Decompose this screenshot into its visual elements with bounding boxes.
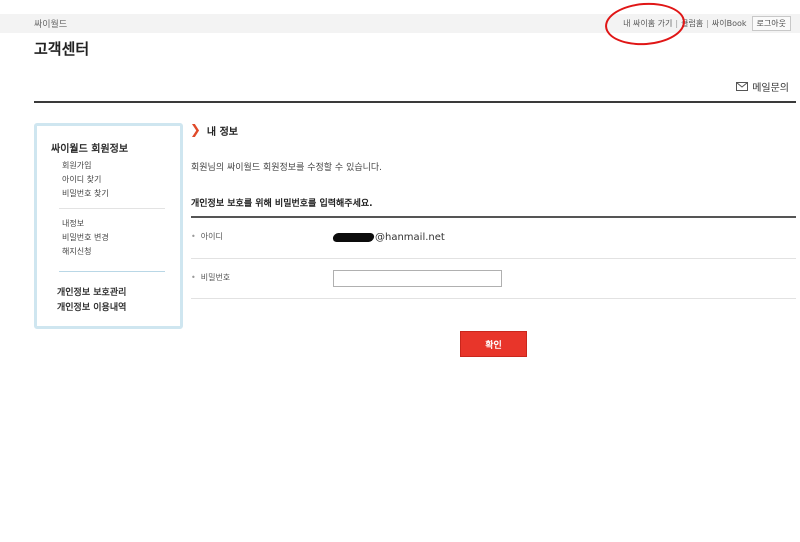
section-title: ❯ 내 정보	[190, 123, 238, 138]
sidebar-item-my-info[interactable]: 내정보	[62, 218, 84, 229]
sidebar-item-privacy-management[interactable]: 개인정보 보호관리	[57, 285, 126, 298]
confirm-button[interactable]: 확인	[460, 331, 527, 357]
password-label: • 비밀번호	[191, 272, 230, 283]
password-label-text: 비밀번호	[200, 273, 231, 282]
top-nav: 내 싸이홈 가기 | 클럽홈 | 싸이Book 로그아웃	[623, 16, 791, 31]
id-label: • 아이디	[191, 231, 223, 242]
cybook-link[interactable]: 싸이Book	[712, 18, 747, 29]
site-name[interactable]: 싸이월드	[34, 17, 67, 30]
sidebar-item-change-password[interactable]: 비밀번호 변경	[62, 232, 109, 243]
sidebar-item-cancel-membership[interactable]: 해지신청	[62, 246, 91, 257]
redaction-scribble	[332, 233, 375, 242]
sidebar-divider	[59, 271, 165, 272]
chevron-right-icon: ❯	[190, 123, 201, 138]
sidebar-item-find-password[interactable]: 비밀번호 찾기	[62, 188, 109, 199]
password-input[interactable]	[333, 270, 502, 287]
sidebar-item-join[interactable]: 회원가입	[62, 160, 91, 171]
mail-inquiry-label: 메일문의	[752, 83, 789, 94]
form-row-divider	[191, 258, 796, 259]
password-notice: 개인정보 보호를 위해 비밀번호를 입력해주세요.	[191, 199, 373, 209]
sidebar-heading: 싸이월드 회원정보	[51, 144, 129, 155]
id-label-text: 아이디	[200, 232, 223, 241]
id-value-text: @hanmail.net	[375, 232, 445, 243]
page-title: 고객센터	[34, 40, 90, 58]
sidebar-item-find-id[interactable]: 아이디 찾기	[62, 174, 101, 185]
my-cyhome-link[interactable]: 내 싸이홈 가기	[623, 18, 672, 29]
top-bar: 싸이월드 내 싸이홈 가기 | 클럽홈 | 싸이Book 로그아웃	[0, 14, 800, 33]
club-home-link[interactable]: 클럽홈	[681, 18, 703, 29]
header-divider	[34, 101, 796, 103]
mail-icon	[736, 82, 749, 91]
form-row-divider	[191, 298, 796, 299]
form-top-rule	[191, 216, 796, 218]
description-text: 회원님의 싸이월드 회원정보를 수정할 수 있습니다.	[191, 163, 383, 173]
logout-button[interactable]: 로그아웃	[751, 16, 791, 31]
sidebar-divider	[59, 208, 165, 209]
sidebar: 싸이월드 회원정보 회원가입 아이디 찾기 비밀번호 찾기 내정보 비밀번호 변…	[34, 123, 183, 329]
mail-inquiry-link[interactable]: 메일문의	[736, 79, 789, 94]
id-value: @hanmail.net	[332, 231, 445, 244]
section-title-text: 내 정보	[206, 127, 238, 138]
bullet-icon: •	[191, 273, 196, 282]
bullet-icon: •	[191, 232, 196, 241]
sidebar-item-privacy-usage[interactable]: 개인정보 이용내역	[57, 300, 126, 313]
nav-separator: |	[675, 19, 679, 28]
nav-separator: |	[706, 19, 709, 28]
